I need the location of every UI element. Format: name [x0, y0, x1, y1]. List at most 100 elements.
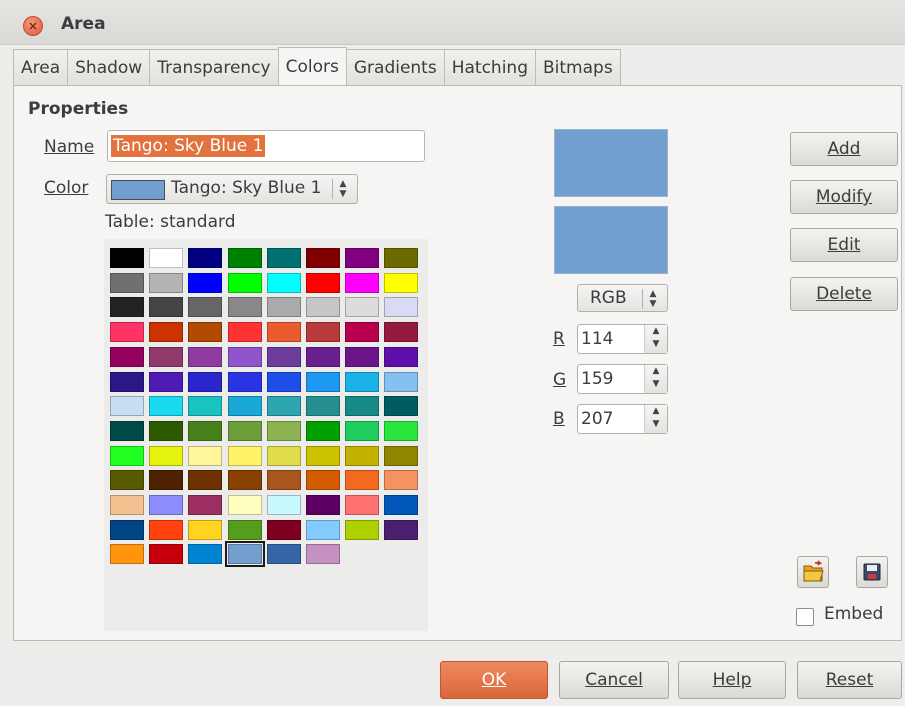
- color-swatch[interactable]: [227, 248, 262, 268]
- color-swatch[interactable]: [384, 396, 419, 417]
- color-swatch[interactable]: [306, 445, 340, 466]
- color-swatch[interactable]: [149, 346, 184, 367]
- color-swatch[interactable]: [110, 495, 144, 515]
- color-swatch[interactable]: [188, 322, 223, 343]
- color-swatch[interactable]: [345, 420, 380, 441]
- tab-gradients[interactable]: Gradients: [345, 49, 445, 85]
- color-swatch[interactable]: [149, 470, 184, 491]
- color-swatch[interactable]: [227, 346, 262, 367]
- embed-checkbox[interactable]: [796, 608, 814, 626]
- color-swatch[interactable]: [188, 396, 223, 417]
- color-swatch[interactable]: [188, 420, 223, 441]
- color-swatch[interactable]: [266, 495, 301, 515]
- color-swatch[interactable]: [188, 346, 223, 367]
- color-swatch[interactable]: [345, 445, 380, 466]
- modify-button[interactable]: Modify: [790, 180, 898, 214]
- color-swatch[interactable]: [149, 371, 184, 392]
- tab-bitmaps[interactable]: Bitmaps: [535, 49, 621, 85]
- color-swatch[interactable]: [149, 248, 184, 268]
- color-swatch[interactable]: [384, 272, 419, 293]
- color-swatch[interactable]: [227, 470, 262, 491]
- color-swatch[interactable]: [384, 445, 419, 466]
- color-swatch[interactable]: [345, 519, 380, 540]
- color-swatch[interactable]: [227, 445, 262, 466]
- cancel-button[interactable]: Cancel: [559, 661, 669, 699]
- color-select[interactable]: Tango: Sky Blue 1 ▲ ▼: [106, 174, 358, 204]
- color-swatch[interactable]: [306, 322, 340, 343]
- color-swatch[interactable]: [306, 420, 340, 441]
- color-swatch[interactable]: [384, 495, 419, 515]
- color-swatch[interactable]: [306, 248, 340, 268]
- color-swatch[interactable]: [384, 420, 419, 441]
- color-swatch[interactable]: [266, 544, 301, 565]
- color-swatch[interactable]: [345, 495, 380, 515]
- color-swatch[interactable]: [110, 272, 144, 293]
- color-swatch[interactable]: [188, 470, 223, 491]
- tab-hatching[interactable]: Hatching: [443, 49, 536, 85]
- color-swatch[interactable]: [227, 371, 262, 392]
- color-swatch[interactable]: [306, 272, 340, 293]
- color-swatch[interactable]: [266, 297, 301, 318]
- color-swatch[interactable]: [345, 470, 380, 491]
- edit-button[interactable]: Edit: [790, 228, 898, 262]
- color-swatch[interactable]: [384, 322, 419, 343]
- color-swatch[interactable]: [149, 396, 184, 417]
- add-button[interactable]: Add: [790, 132, 898, 166]
- color-swatch[interactable]: [149, 420, 184, 441]
- color-swatch[interactable]: [266, 272, 301, 293]
- color-swatch[interactable]: [345, 297, 380, 318]
- help-button[interactable]: Help: [678, 661, 786, 699]
- spin-arrows-icon[interactable]: ▲ ▼: [644, 325, 667, 353]
- tab-colors[interactable]: Colors: [277, 47, 347, 85]
- color-swatch[interactable]: [227, 322, 262, 343]
- color-swatch[interactable]: [227, 297, 262, 318]
- save-color-list-button[interactable]: [856, 556, 888, 588]
- color-swatch[interactable]: [266, 346, 301, 367]
- g-spinbox[interactable]: 159 ▲ ▼: [577, 364, 668, 394]
- color-swatch[interactable]: [149, 445, 184, 466]
- load-color-list-button[interactable]: [797, 556, 829, 588]
- color-swatch[interactable]: [306, 297, 340, 318]
- color-swatch[interactable]: [306, 346, 340, 367]
- color-swatch[interactable]: [188, 445, 223, 466]
- color-swatch[interactable]: [149, 297, 184, 318]
- color-model-select[interactable]: RGB ▲ ▼: [577, 284, 668, 312]
- name-field[interactable]: Tango: Sky Blue 1: [107, 130, 425, 162]
- close-icon[interactable]: ×: [23, 16, 43, 36]
- color-swatch[interactable]: [266, 470, 301, 491]
- color-swatch[interactable]: [188, 519, 223, 540]
- color-swatch[interactable]: [306, 544, 340, 565]
- color-swatch[interactable]: [188, 272, 223, 293]
- color-swatch[interactable]: [266, 420, 301, 441]
- color-swatch[interactable]: [110, 322, 144, 343]
- color-swatch[interactable]: [227, 420, 262, 441]
- color-swatch[interactable]: [188, 544, 223, 565]
- reset-button[interactable]: Reset: [797, 661, 902, 699]
- spin-arrows-icon[interactable]: ▲ ▼: [644, 405, 667, 433]
- color-swatch[interactable]: [266, 371, 301, 392]
- tab-transparency[interactable]: Transparency: [149, 49, 279, 85]
- color-swatch[interactable]: [227, 272, 262, 293]
- color-swatch[interactable]: [266, 322, 301, 343]
- color-swatch[interactable]: [384, 346, 419, 367]
- color-swatch[interactable]: [110, 470, 144, 491]
- color-swatch[interactable]: [345, 322, 380, 343]
- color-swatch[interactable]: [110, 519, 144, 540]
- color-swatch[interactable]: [266, 248, 301, 268]
- color-swatch[interactable]: [384, 248, 419, 268]
- color-swatch[interactable]: [188, 297, 223, 318]
- color-swatch[interactable]: [110, 297, 144, 318]
- color-swatch[interactable]: [306, 396, 340, 417]
- color-swatch[interactable]: [149, 322, 184, 343]
- color-swatch[interactable]: [266, 519, 301, 540]
- color-swatch[interactable]: [110, 544, 144, 565]
- color-swatch[interactable]: [110, 346, 144, 367]
- color-swatch[interactable]: [110, 371, 144, 392]
- color-swatch[interactable]: [266, 396, 301, 417]
- color-swatch[interactable]: [110, 420, 144, 441]
- color-swatch[interactable]: [345, 371, 380, 392]
- color-swatch[interactable]: [384, 297, 419, 318]
- color-swatch[interactable]: [345, 396, 380, 417]
- color-swatch[interactable]: [149, 544, 184, 565]
- tab-area[interactable]: Area: [13, 49, 69, 85]
